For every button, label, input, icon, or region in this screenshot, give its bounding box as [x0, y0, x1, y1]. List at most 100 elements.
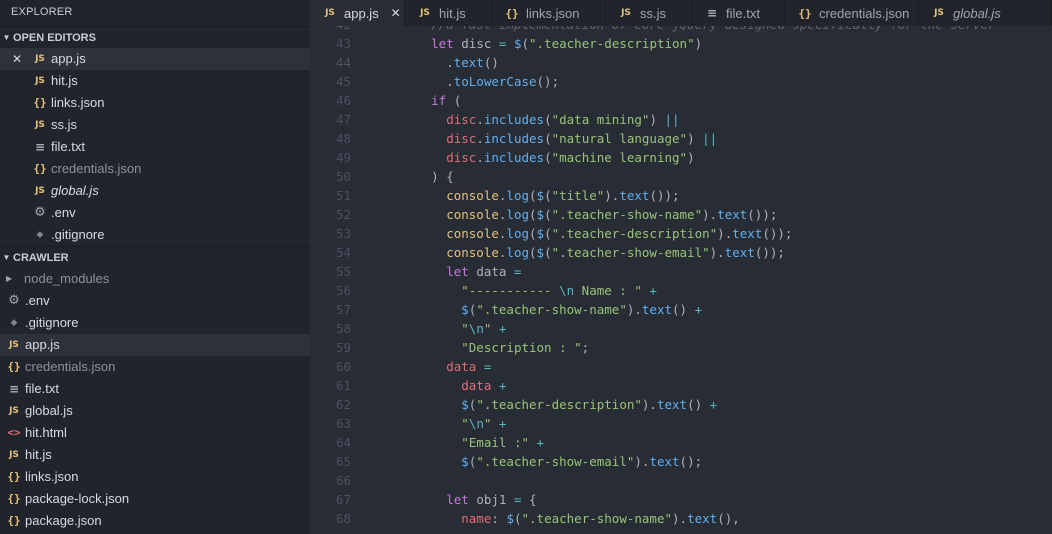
code-token: text — [649, 454, 680, 469]
file-label: .gitignore — [25, 315, 79, 330]
code-line: 68 name: $(".teacher-show-name").text(), — [310, 509, 996, 528]
file-item[interactable]: ⚙ .env — [0, 290, 310, 312]
line-number: 49 — [335, 150, 351, 165]
code-token: + — [536, 435, 545, 450]
code-token: console — [431, 207, 499, 222]
tab-credentials-json[interactable]: {} credentials.json — [785, 0, 919, 26]
code-text: "\n" + — [351, 319, 506, 338]
line-number: 47 — [335, 112, 351, 127]
code-token: $ — [506, 511, 514, 526]
close-icon[interactable]: ✕ — [10, 48, 24, 70]
open-editor-item[interactable]: ✕ JS app.js — [0, 48, 310, 70]
code-token: console — [431, 245, 499, 260]
tab-hit-js[interactable]: JS hit.js — [405, 0, 492, 26]
file-item[interactable]: ◆ .gitignore — [0, 312, 310, 334]
code-token: " — [483, 321, 499, 336]
line-number: 51 — [335, 188, 351, 203]
open-editor-item[interactable]: JS ss.js — [0, 114, 310, 136]
open-editor-item[interactable]: JS hit.js — [0, 70, 310, 92]
code-token: ()); — [762, 226, 793, 241]
line-number: 53 — [335, 226, 351, 241]
open-editor-item[interactable]: ⚙ .env — [0, 202, 310, 224]
code-token: ( — [544, 188, 552, 203]
code-token: () — [687, 397, 710, 412]
open-editor-item[interactable]: ◆ .gitignore — [0, 224, 310, 246]
code-token: (); — [536, 74, 560, 89]
line-number: 48 — [335, 131, 351, 146]
js-file-icon: JS — [325, 7, 335, 18]
code-text: console.log($(".teacher-description").te… — [351, 224, 792, 243]
code-token: " — [483, 416, 499, 431]
code-text: ) { — [351, 167, 454, 186]
code-text: if ( — [351, 91, 461, 110]
code-token: includes — [483, 131, 545, 146]
code-editor[interactable]: 42 //a fast implementation of core jQuer… — [310, 26, 1052, 534]
code-token: ) — [694, 36, 703, 51]
open-editor-item[interactable]: {} credentials.json — [0, 158, 310, 180]
code-token: ) { — [431, 169, 454, 184]
file-item[interactable]: JS app.js — [0, 334, 310, 356]
file-label: credentials.json — [51, 161, 142, 176]
code-line: 58 "\n" + — [310, 319, 996, 338]
file-label: global.js — [25, 403, 73, 418]
code-token: ".teacher-show-email" — [551, 245, 710, 260]
code-text: data + — [351, 376, 506, 395]
code-token: ()); — [649, 188, 680, 203]
json-file-icon: {} — [7, 514, 21, 527]
file-item[interactable]: {} package-lock.json — [0, 488, 310, 510]
tab-links-json[interactable]: {} links.json — [492, 0, 606, 26]
project-header[interactable]: ▼ CRAWLER — [0, 246, 310, 268]
code-token: + — [649, 283, 657, 298]
file-item[interactable]: JS global.js — [0, 400, 310, 422]
code-token: text — [453, 55, 484, 70]
file-item[interactable]: JS hit.js — [0, 444, 310, 466]
code-token: (); — [679, 454, 703, 469]
code-token: let — [431, 36, 462, 51]
code-token: log — [506, 245, 529, 260]
code-token: = — [513, 492, 530, 507]
code-token: $ — [536, 207, 545, 222]
js-file-icon: JS — [35, 186, 45, 196]
tab-global-js[interactable]: JS global.js — [919, 0, 1052, 26]
code-text: "\n" + — [351, 414, 506, 433]
file-item[interactable]: {} links.json — [0, 466, 310, 488]
code-token: ) — [649, 112, 665, 127]
code-text: .toLowerCase(); — [351, 72, 559, 91]
code-token: disc — [431, 131, 477, 146]
code-token: () — [672, 302, 695, 317]
code-token: || — [702, 131, 718, 146]
line-number: 50 — [335, 169, 351, 184]
code-token: ( — [544, 245, 552, 260]
file-item[interactable]: <> hit.html — [0, 422, 310, 444]
js-file-icon: JS — [934, 7, 944, 18]
code-line: 47 disc.includes("data mining") || — [310, 110, 996, 129]
code-text: console.log($(".teacher-show-name").text… — [351, 205, 777, 224]
tab-label: links.json — [526, 5, 580, 21]
code-line: 62 $(".teacher-description").text() + — [310, 395, 996, 414]
tab-label: file.txt — [726, 5, 760, 21]
json-file-icon: {} — [7, 492, 21, 505]
code-line: 52 console.log($(".teacher-show-name").t… — [310, 205, 996, 224]
open-editor-item[interactable]: JS global.js — [0, 180, 310, 202]
file-item[interactable]: {} package.json — [0, 510, 310, 532]
chevron-right-icon[interactable]: ▶ — [6, 268, 20, 290]
code-token: ( — [529, 207, 537, 222]
text-file-icon: ≡ — [706, 5, 718, 20]
code-token: text — [717, 207, 748, 222]
code-token: ). — [604, 188, 620, 203]
close-icon[interactable]: ✕ — [389, 1, 403, 26]
code-line: 64 "Email :" + — [310, 433, 996, 452]
open-editors-header[interactable]: ▼ OPEN EDITORS — [0, 26, 310, 48]
tab-ss-js[interactable]: JS ss.js — [606, 0, 692, 26]
tab-file-txt[interactable]: ≡ file.txt — [692, 0, 785, 26]
tab-label: app.js — [344, 5, 379, 21]
code-token: ".teacher-show-name" — [476, 302, 627, 317]
file-item[interactable]: {} credentials.json — [0, 356, 310, 378]
open-editor-item[interactable]: {} links.json — [0, 92, 310, 114]
code-token: let — [431, 264, 477, 279]
open-editor-item[interactable]: ≡ file.txt — [0, 136, 310, 158]
tab-app-js[interactable]: JS app.js ✕ — [310, 0, 405, 26]
code-token: . — [431, 74, 454, 89]
file-item[interactable]: ≡ file.txt — [0, 378, 310, 400]
folder-item[interactable]: ▶ node_modules — [0, 268, 310, 290]
